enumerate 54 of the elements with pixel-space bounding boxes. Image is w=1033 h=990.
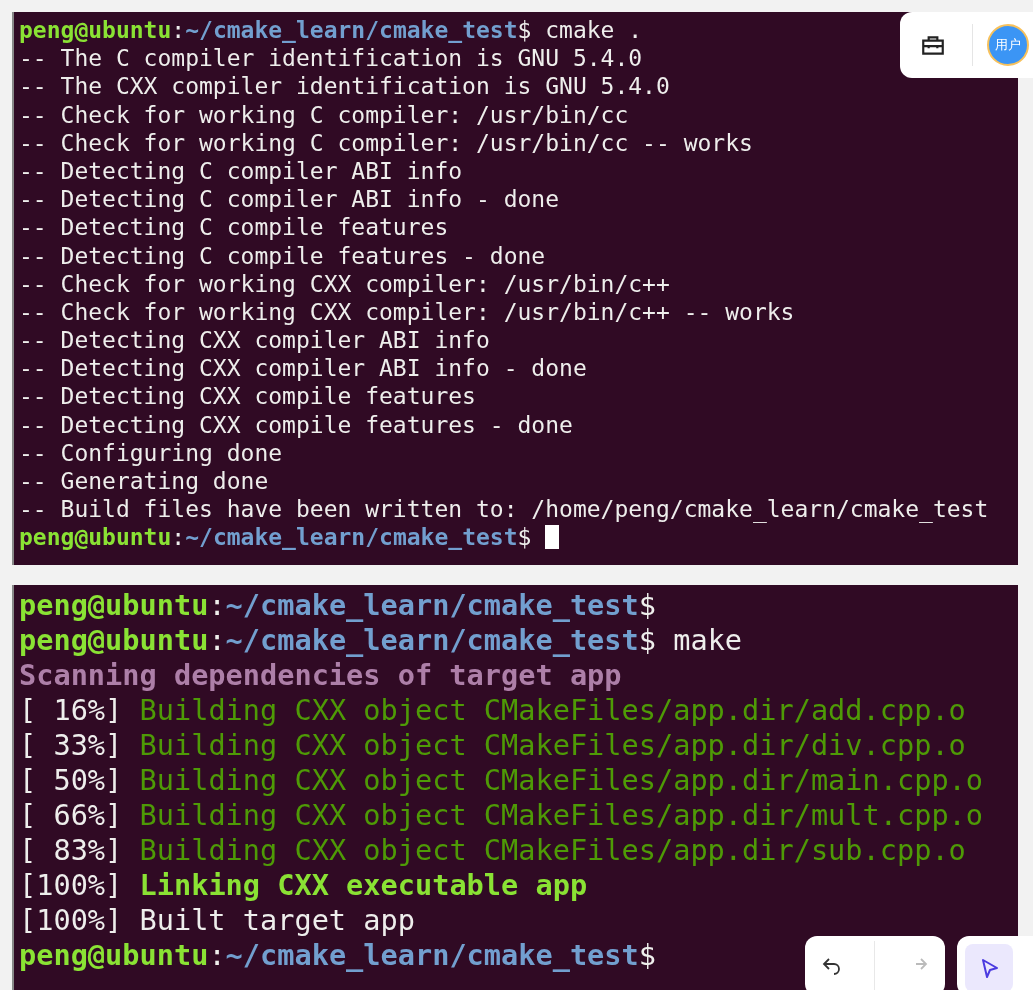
text-cursor (545, 525, 560, 550)
terminal-text: -- Detecting CXX compiler ABI info (19, 326, 490, 355)
terminal-text: Building CXX object CMakeFiles/app.dir/div.cpp.o (139, 728, 966, 763)
terminal-text: -- Detecting C compiler ABI info (19, 156, 463, 186)
terminal-text: -- Check for working CXX compiler: /usr/bin/c++ -- works (19, 297, 795, 327)
terminal-text: -- Detecting CXX compiler ABI info - done (19, 354, 587, 383)
terminal-text: [100%] (19, 868, 124, 903)
terminal-text: peng@ubuntu (19, 16, 172, 45)
terminal-text: peng@ubuntu (19, 938, 209, 973)
terminal-text: [ 50%] (19, 763, 124, 798)
terminal-text: ~/cmake_learn/cmake_test (185, 16, 518, 45)
terminal-text: [ 33%] (19, 728, 124, 763)
terminal-text: Building CXX object CMakeFiles/app.dir/main.cpp.o (139, 763, 984, 798)
terminal-text: Building CXX object CMakeFiles/app.dir/add.cpp.o (139, 693, 966, 728)
terminal-text: peng@ubuntu (19, 588, 209, 623)
terminal-text: : (208, 938, 226, 973)
terminal-text: [ 16%] (19, 693, 124, 728)
terminal-text: : (171, 523, 186, 552)
terminal-text: -- The C compiler identification is GNU 5.4.0 (19, 44, 643, 73)
terminal-text: peng@ubuntu (19, 623, 209, 658)
terminal-text: -- The CXX compiler identification is GNU 5.4.0 (19, 72, 670, 101)
terminal-text: Linking CXX executable app (139, 868, 588, 903)
terminal-text: -- Detecting C compile features (19, 213, 449, 242)
terminal-text: [ 66%] (19, 798, 124, 833)
terminal-text: $ (638, 588, 656, 623)
terminal-text: : (171, 16, 186, 45)
terminal-text: ~/cmake_learn/cmake_test (225, 938, 639, 973)
terminal-text: -- Generating done (19, 467, 269, 496)
terminal-text: : (208, 588, 226, 623)
terminal-text: $ make (638, 623, 743, 658)
terminal-text: -- Check for working CXX compiler: /usr/bin/c++ (19, 269, 670, 298)
terminal-text: -- Detecting CXX compile features (19, 382, 476, 411)
terminal-text: : (208, 623, 226, 658)
terminal-text: -- Detecting C compile features - done (19, 241, 546, 270)
terminal-text: -- Configuring done (19, 438, 283, 467)
terminal-text: Scanning dependencies of target app (19, 658, 622, 693)
pointer-tool-button[interactable] (965, 944, 1013, 990)
terminal-text: ~/cmake_learn/cmake_test (185, 523, 518, 552)
terminal-text: $ (517, 523, 532, 552)
terminal-text: $ cmake . (517, 16, 643, 45)
terminal-text: [ 83%] (19, 833, 124, 868)
terminal-text: ~/cmake_learn/cmake_test (225, 588, 639, 623)
terminal-text: [100%] Built target app (19, 903, 415, 938)
terminal-text: peng@ubuntu (19, 523, 172, 552)
terminal-text: $ (638, 938, 656, 973)
terminal-text: Building CXX object CMakeFiles/app.dir/sub.cpp.o (139, 833, 966, 868)
terminal-text: -- Detecting C compiler ABI info - done (19, 185, 560, 214)
user-avatar[interactable]: 用户 (987, 24, 1029, 66)
terminal-text: -- Check for working C compiler: /usr/bin/cc -- works (19, 128, 753, 157)
terminal-text: ~/cmake_learn/cmake_test (225, 623, 639, 658)
terminal-text: -- Detecting CXX compile features - done (19, 410, 573, 439)
terminal-text: -- Check for working C compiler: /usr/bin/cc (19, 100, 629, 129)
terminal-text: Building CXX object CMakeFiles/app.dir/mult.cpp.o (139, 798, 984, 833)
terminal-text: -- Build files have been written to: /home/peng/cmake_learn/cmake_test (19, 495, 989, 524)
